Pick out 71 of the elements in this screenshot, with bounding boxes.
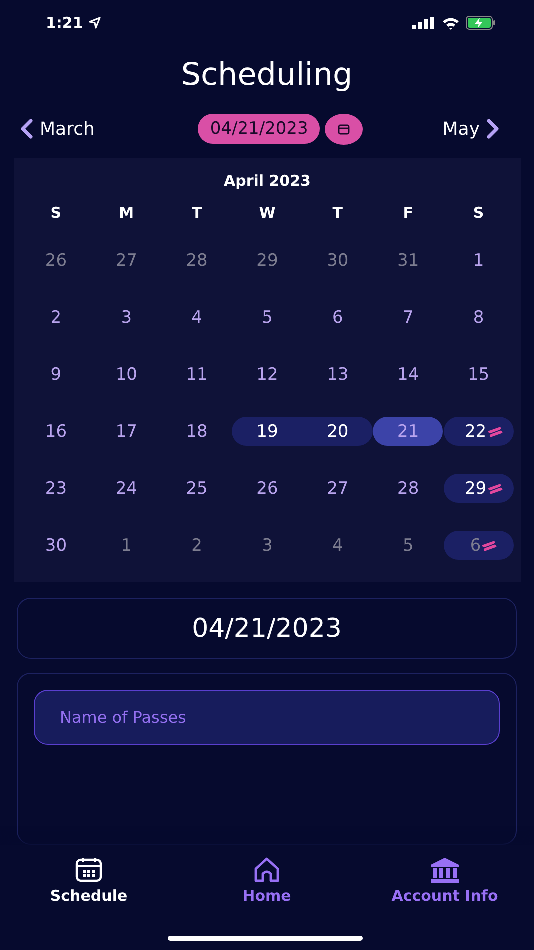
calendar-day-range-end[interactable]: 20	[302, 417, 374, 446]
calendar-day[interactable]: 10	[91, 360, 162, 390]
calendar-day[interactable]: 7	[373, 303, 444, 332]
weekday-label: T	[332, 203, 344, 224]
weekday-label: T	[190, 203, 204, 224]
calendar-day[interactable]: 29	[232, 246, 303, 276]
calendar-day[interactable]: 15	[444, 360, 514, 390]
calendar-button[interactable]	[325, 114, 364, 145]
calendar-day[interactable]: 30	[302, 246, 374, 276]
calendar-day-selected[interactable]: 21	[373, 417, 444, 446]
calendar-day[interactable]: 2	[21, 303, 92, 332]
weekday-label: S	[472, 203, 486, 224]
calendar-day-event[interactable]: 22	[444, 417, 514, 446]
calendar-icon	[75, 857, 103, 883]
calendar-day[interactable]: 27	[302, 474, 374, 504]
calendar-day[interactable]: 9	[21, 360, 92, 390]
tab-bar-item[interactable]: Schedule	[0, 845, 178, 914]
calendar-day-event[interactable]: 29	[444, 474, 514, 504]
bank-icon	[430, 857, 460, 883]
location-arrow-icon	[89, 17, 102, 30]
calendar-day[interactable]: 8	[444, 303, 514, 332]
passes-name-field[interactable]: Name of Passes	[34, 690, 500, 745]
calendar-day[interactable]: 26	[232, 474, 303, 504]
selected-date: 04/21/2023	[192, 614, 342, 644]
previous-month-button[interactable]: March	[20, 118, 95, 140]
calendar-day[interactable]: 18	[162, 417, 232, 446]
chevron-left-icon	[20, 119, 34, 140]
calendar-day[interactable]: 5	[232, 303, 303, 332]
calendar-day[interactable]: 31	[373, 246, 444, 276]
calendar-day[interactable]: 6	[302, 303, 374, 332]
calendar-day[interactable]: 12	[232, 360, 303, 390]
calendar-day[interactable]: 4	[302, 531, 374, 560]
battery-charging-icon	[466, 16, 496, 30]
page-title: Scheduling	[181, 56, 353, 92]
calendar-day[interactable]: 17	[91, 417, 162, 446]
weekday-label: S	[50, 203, 63, 224]
signal-icon	[412, 17, 436, 30]
calendar-day[interactable]: 30	[21, 531, 92, 560]
chevron-right-icon	[486, 119, 500, 140]
calendar-day[interactable]: 28	[162, 246, 232, 276]
calendar-day[interactable]: 24	[91, 474, 162, 504]
calendar-day[interactable]: 23	[21, 474, 92, 504]
calendar-day[interactable]: 26	[21, 246, 92, 276]
calendar-day[interactable]: 5	[373, 531, 444, 560]
calendar-day[interactable]: 27	[91, 246, 162, 276]
calendar-day[interactable]: 25	[162, 474, 232, 504]
date-chip[interactable]: 04/21/2023	[198, 114, 320, 144]
calendar-day[interactable]: 1	[91, 531, 162, 560]
calendar-day[interactable]: 1	[444, 246, 514, 276]
calendar-day[interactable]: 16	[21, 417, 92, 446]
calendar-icon	[338, 124, 350, 135]
calendar-day[interactable]: 3	[91, 303, 162, 332]
weekday-label: W	[258, 203, 277, 224]
calendar-day[interactable]: 2	[162, 531, 232, 560]
weekday-label: M	[118, 203, 136, 224]
calendar-day[interactable]: 28	[373, 474, 444, 504]
next-month-button[interactable]: May	[442, 118, 500, 140]
wifi-icon	[442, 16, 460, 30]
calendar-day[interactable]: 14	[373, 360, 444, 390]
calendar-day[interactable]: 11	[162, 360, 232, 390]
tab-bar-item[interactable]: Home	[178, 845, 356, 914]
tab-bar-item[interactable]: Account Info	[356, 845, 534, 914]
home-icon	[253, 857, 281, 883]
weekday-label: F	[402, 203, 414, 224]
calendar-day[interactable]: 3	[232, 531, 303, 560]
calendar-month-title: April 2023	[223, 172, 312, 192]
calendar-day[interactable]: 4	[162, 303, 232, 332]
calendar-day[interactable]: 13	[302, 360, 374, 390]
status-time: 1:21	[46, 14, 84, 32]
calendar-day-range-start[interactable]: 19	[232, 417, 303, 446]
calendar-day-event[interactable]: 6	[444, 531, 514, 560]
